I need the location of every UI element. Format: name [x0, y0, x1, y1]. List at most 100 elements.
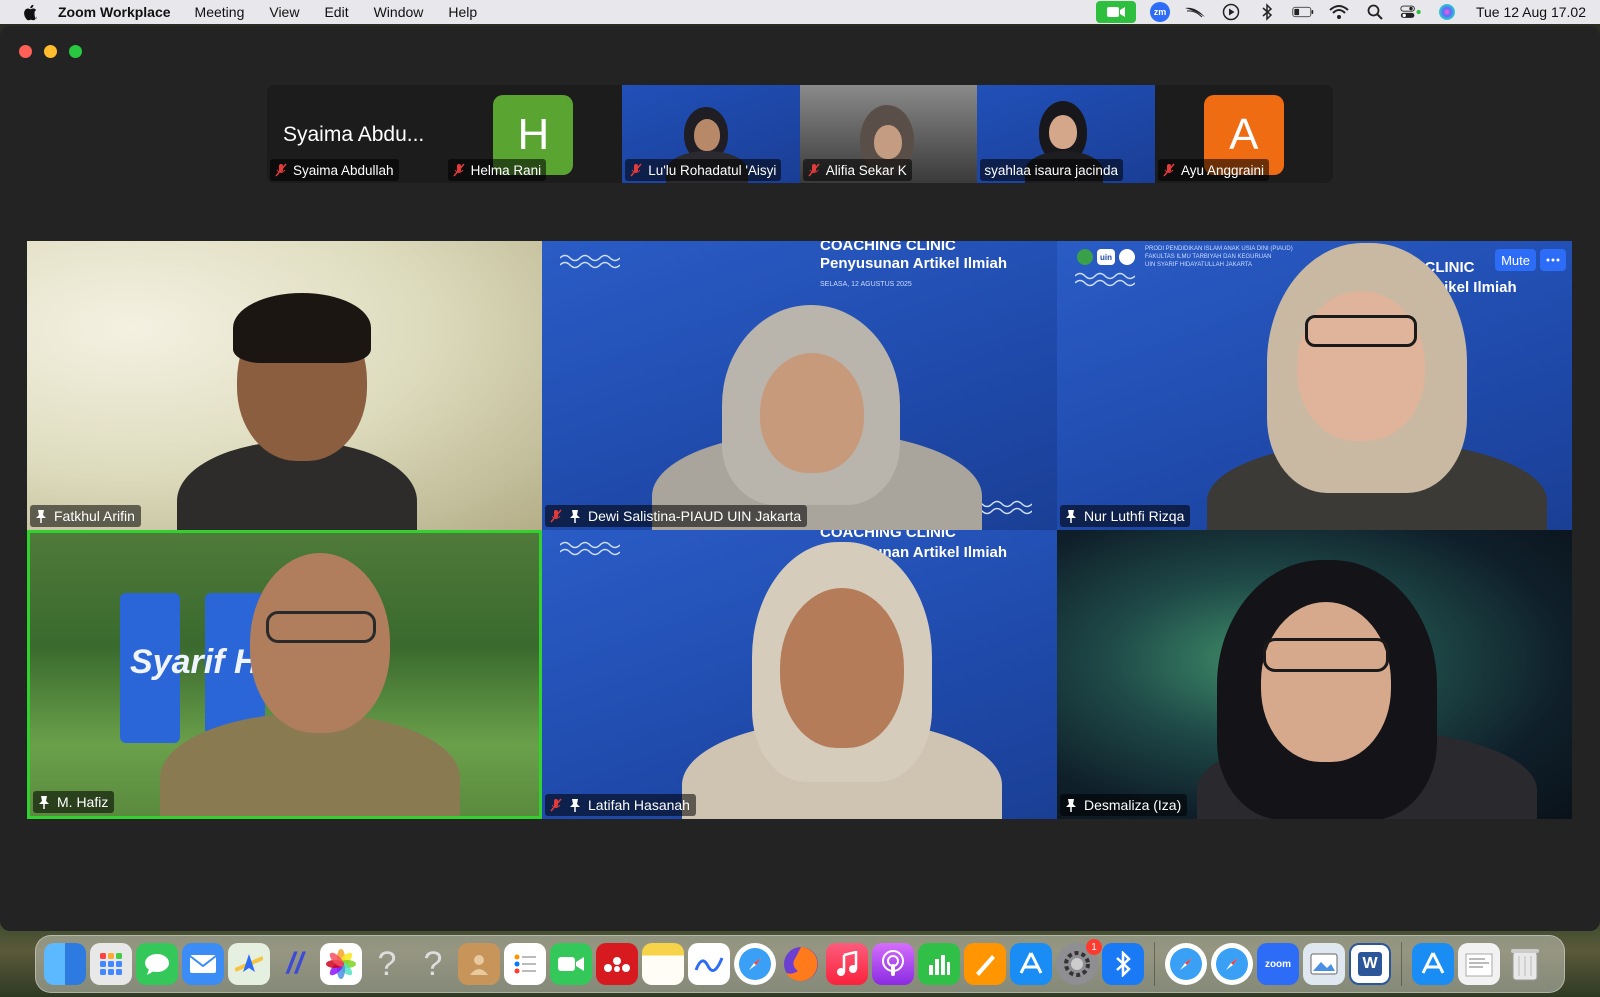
- hash-app-icon[interactable]: //: [274, 943, 316, 985]
- pages-icon[interactable]: [964, 943, 1006, 985]
- numbers-icon[interactable]: [918, 943, 960, 985]
- participant-name-label: Alifia Sekar K: [802, 159, 912, 181]
- maps-icon[interactable]: [228, 943, 270, 985]
- participant-name-label: Syaima Abdullah: [270, 159, 399, 181]
- banner-subtitle: Penyusunan Artikel Ilmiah: [820, 255, 1007, 272]
- wave-decoration: [1075, 272, 1135, 287]
- dock-separator: [1154, 942, 1155, 986]
- trash-icon[interactable]: [1504, 943, 1546, 985]
- system-settings-icon[interactable]: 1: [1056, 939, 1102, 985]
- zoom-badge-icon[interactable]: zm: [1149, 2, 1170, 22]
- participant-name: M. Hafiz: [57, 794, 109, 810]
- video-tile[interactable]: Desmaliza (Iza): [1057, 530, 1572, 819]
- app-store-icon[interactable]: [1412, 943, 1454, 985]
- participant-name: Fatkhul Arifin: [54, 508, 135, 524]
- unknown-app-icon[interactable]: ?: [412, 943, 454, 985]
- mendeley-icon[interactable]: [596, 943, 638, 985]
- participant-filmstrip: Syaima Abdu... Syaima Abdullah H Helma R…: [267, 85, 1333, 183]
- mic-muted-icon: [807, 163, 821, 177]
- contacts-icon[interactable]: [458, 943, 500, 985]
- filmstrip-tile[interactable]: A Ayu Anggraini: [1154, 85, 1333, 183]
- banner-title: COACHING CLINIC: [820, 241, 956, 254]
- mail-icon[interactable]: [182, 943, 224, 985]
- participant-name: Nur Luthfi Rizqa: [1084, 508, 1185, 524]
- participant-name-label: Dewi Salistina-PIAUD UIN Jakarta: [545, 505, 808, 527]
- siri-icon[interactable]: [1436, 3, 1458, 21]
- facetime-icon[interactable]: [550, 943, 592, 985]
- play-icon[interactable]: [1220, 3, 1242, 21]
- menu-clock[interactable]: Tue 12 Aug 17.02: [1476, 4, 1586, 20]
- participant-name: Lu'lu Rohadatul 'Aisyi: [648, 162, 777, 178]
- freeform-icon[interactable]: [688, 943, 730, 985]
- filmstrip-tile[interactable]: Lu'lu Rohadatul 'Aisyi: [622, 85, 800, 183]
- app-name-menu[interactable]: Zoom Workplace: [58, 4, 171, 20]
- wave-decoration: [560, 254, 620, 269]
- banner-date: SELASA, 12 AGUSTUS 2025: [820, 281, 912, 288]
- documents-folder-icon[interactable]: [1458, 943, 1500, 985]
- menu-help[interactable]: Help: [448, 4, 477, 20]
- uin-logo: uin: [1097, 249, 1115, 265]
- filmstrip-tile[interactable]: H Helma Rani: [444, 85, 623, 183]
- participant-name: Syaima Abdullah: [293, 162, 394, 178]
- minimize-window-button[interactable]: [44, 45, 57, 58]
- wing-icon[interactable]: [1184, 3, 1206, 21]
- notes-icon[interactable]: [642, 943, 684, 985]
- mic-muted-icon: [1162, 163, 1176, 177]
- messages-icon[interactable]: [136, 943, 178, 985]
- notification-badge: 1: [1086, 939, 1102, 955]
- music-icon[interactable]: [826, 943, 868, 985]
- ellipsis-icon: [1546, 258, 1560, 262]
- window-controls: [19, 45, 82, 58]
- finder-icon[interactable]: [44, 943, 86, 985]
- preview-icon[interactable]: [1303, 943, 1345, 985]
- video-tile[interactable]: COACHING CLINIC Penyusunan Artikel Ilmia…: [542, 241, 1057, 530]
- word-icon[interactable]: W: [1349, 943, 1391, 985]
- menu-view[interactable]: View: [269, 4, 299, 20]
- participant-hair: [233, 293, 371, 363]
- menu-window[interactable]: Window: [374, 4, 424, 20]
- zoom-meeting-window: Syaima Abdu... Syaima Abdullah H Helma R…: [0, 26, 1600, 931]
- participant-face: [250, 553, 390, 733]
- mic-muted-icon: [629, 163, 643, 177]
- close-window-button[interactable]: [19, 45, 32, 58]
- battery-icon[interactable]: [1292, 3, 1314, 21]
- safari-icon[interactable]: [734, 943, 776, 985]
- video-tile-active-speaker[interactable]: Syarif Hid M. Hafiz: [27, 530, 542, 819]
- bluetooth-icon[interactable]: [1256, 3, 1278, 21]
- wifi-icon[interactable]: [1328, 3, 1350, 21]
- safari-icon[interactable]: [1211, 943, 1253, 985]
- photos-icon[interactable]: [320, 943, 362, 985]
- menu-bar: Zoom Workplace Meeting View Edit Window …: [0, 0, 1600, 24]
- zoom-app-icon[interactable]: zoom: [1257, 943, 1299, 985]
- word-letter: W: [1358, 952, 1382, 976]
- filmstrip-tile[interactable]: Syaima Abdu... Syaima Abdullah: [267, 85, 445, 183]
- participant-name-label: Lu'lu Rohadatul 'Aisyi: [625, 159, 782, 181]
- filmstrip-tile[interactable]: Alifia Sekar K: [799, 85, 978, 183]
- pin-icon: [568, 509, 582, 523]
- zoom-camera-icon[interactable]: [1095, 1, 1136, 23]
- mic-muted-icon: [549, 509, 563, 523]
- launchpad-icon[interactable]: [90, 943, 132, 985]
- mute-participant-button[interactable]: Mute: [1495, 249, 1536, 271]
- filmstrip-tile[interactable]: syahlaa isaura jacinda: [977, 85, 1155, 183]
- search-icon[interactable]: [1364, 3, 1386, 21]
- menu-meeting[interactable]: Meeting: [195, 4, 245, 20]
- podcasts-icon[interactable]: [872, 943, 914, 985]
- apple-icon[interactable]: [20, 2, 40, 22]
- bluetooth-app-icon[interactable]: [1102, 943, 1144, 985]
- maximize-window-button[interactable]: [69, 45, 82, 58]
- firefox-icon[interactable]: [780, 943, 822, 985]
- reminders-icon[interactable]: [504, 943, 546, 985]
- video-tile[interactable]: uin PRODI PENDIDIKAN ISLAM ANAK USIA DIN…: [1057, 241, 1572, 530]
- video-tile[interactable]: Fatkhul Arifin: [27, 241, 542, 530]
- safari-icon[interactable]: [1165, 943, 1207, 985]
- more-options-button[interactable]: [1540, 249, 1566, 271]
- participant-face: [873, 125, 902, 159]
- banner-faculty: FAKULTAS ILMU TARBIYAH DAN KEGURUAN: [1145, 254, 1272, 260]
- app-store-icon[interactable]: [1010, 943, 1052, 985]
- participant-name-label: Helma Rani: [447, 159, 547, 181]
- unknown-app-icon[interactable]: ?: [366, 943, 408, 985]
- control-center-icon[interactable]: [1400, 3, 1422, 21]
- menu-edit[interactable]: Edit: [324, 4, 348, 20]
- video-tile[interactable]: COACHING CLINIC Penyusunan Artikel Ilmia…: [542, 530, 1057, 819]
